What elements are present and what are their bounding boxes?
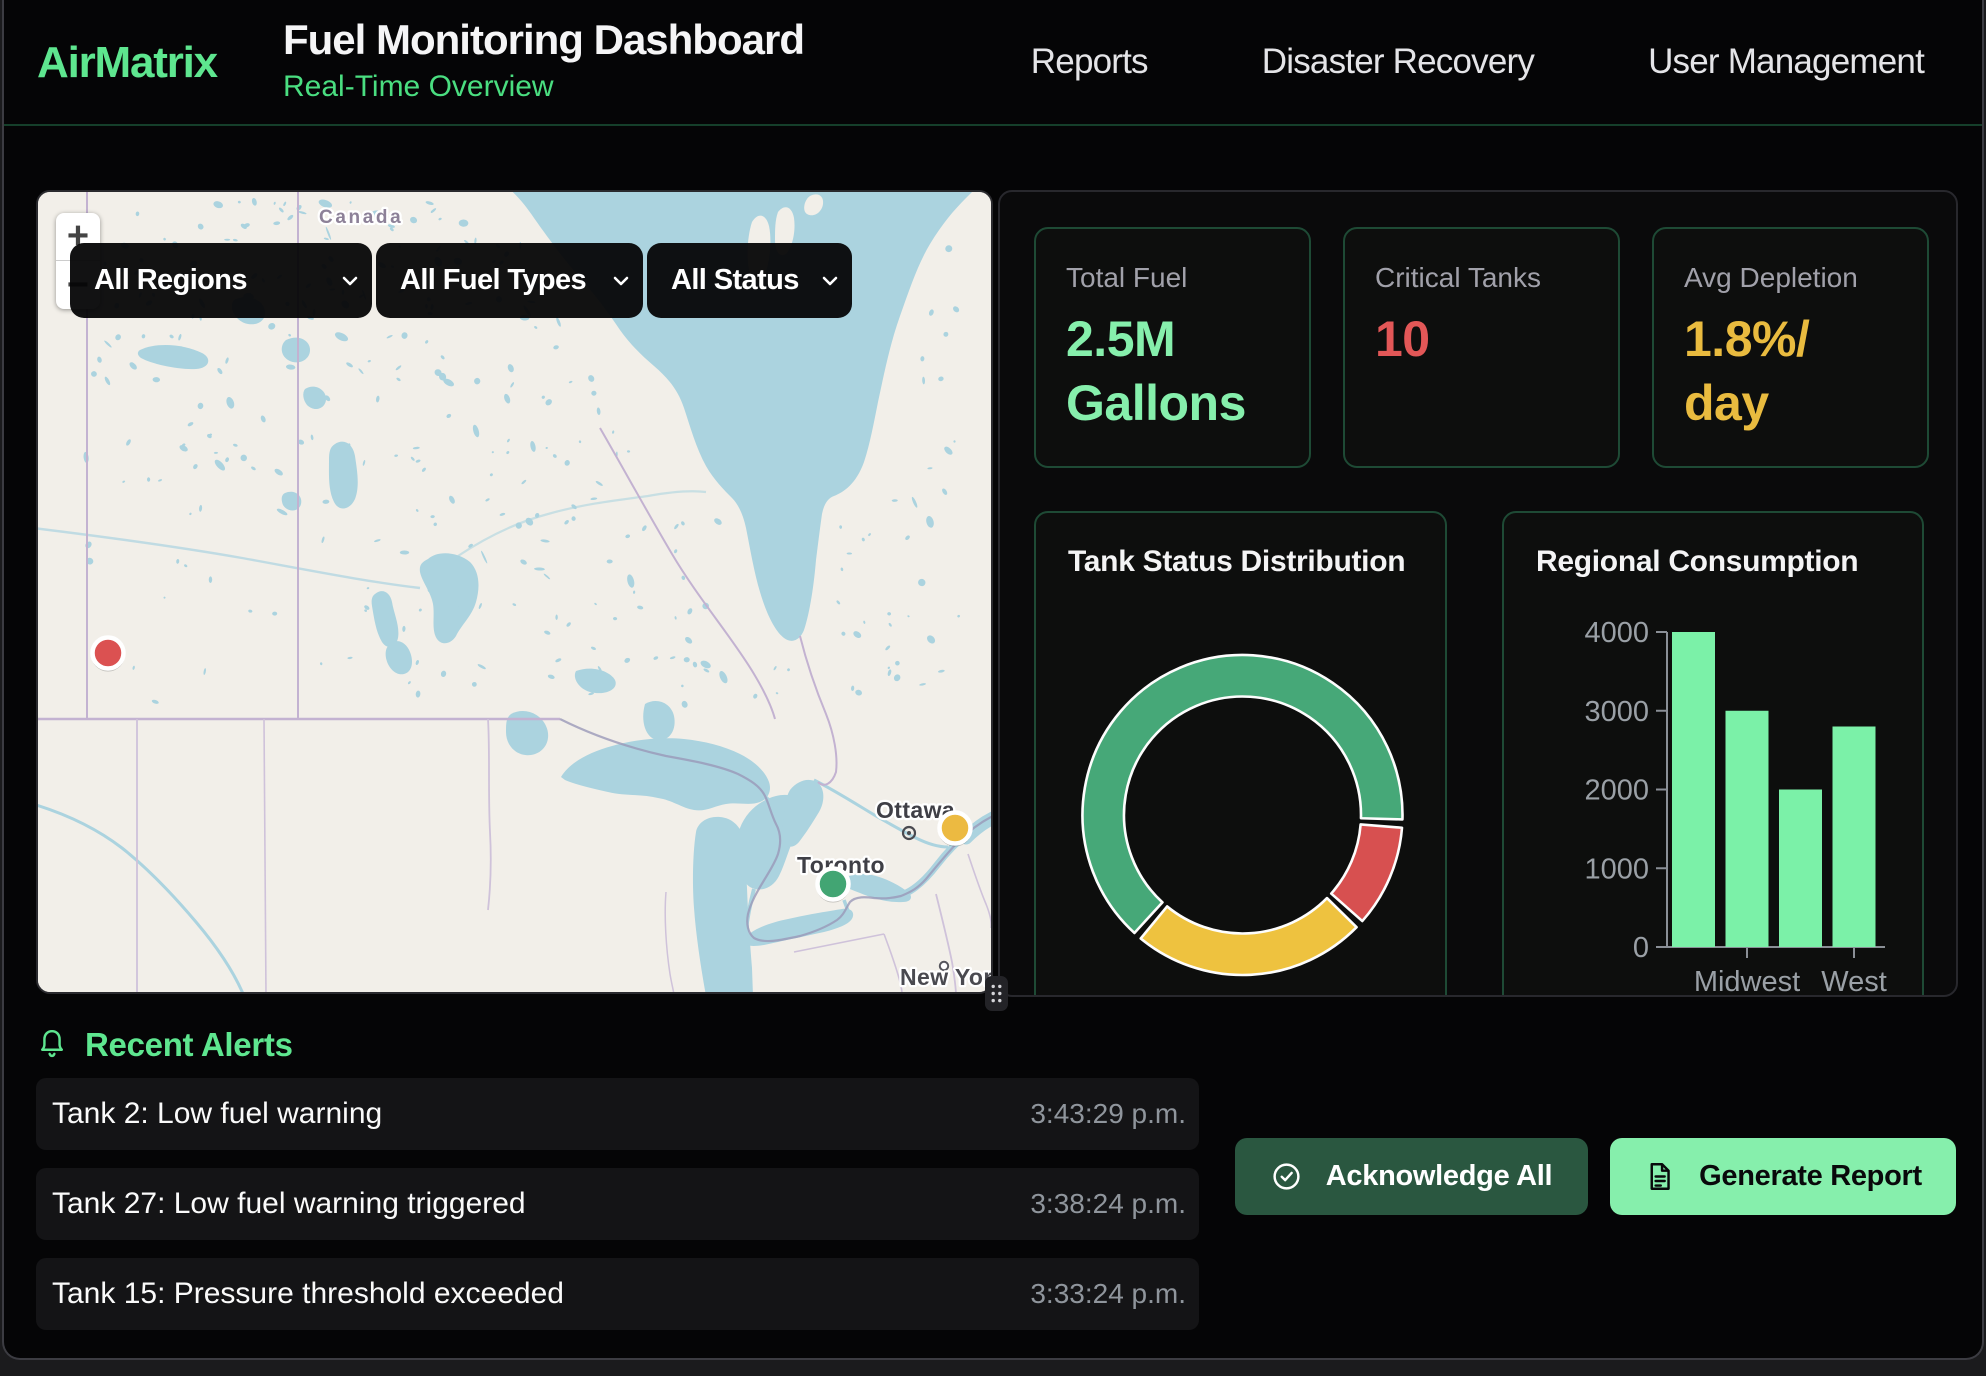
tank-marker-normal[interactable] — [816, 869, 850, 903]
alert-message: Tank 15: Pressure threshold exceeded — [52, 1277, 564, 1311]
fuel-type-filter-select[interactable]: All Fuel Types — [376, 243, 643, 318]
button-label: Acknowledge All — [1326, 1160, 1552, 1193]
alert-message: Tank 27: Low fuel warning triggered — [52, 1187, 526, 1221]
alert-message: Tank 2: Low fuel warning — [52, 1097, 382, 1131]
panel-resize-handle[interactable] — [985, 976, 1008, 1011]
chevron-down-icon — [820, 271, 840, 291]
tank-marker-critical[interactable] — [91, 638, 125, 672]
tank-marker-warning[interactable] — [938, 813, 972, 847]
stat-value: 2.5M Gallons — [1066, 307, 1279, 435]
nav-user-management[interactable]: User Management — [1648, 42, 1924, 82]
donut-segment-warning[interactable] — [1141, 898, 1357, 975]
stat-total-fuel: Total Fuel 2.5M Gallons — [1034, 227, 1311, 468]
acknowledge-all-button[interactable]: Acknowledge All — [1235, 1138, 1588, 1215]
stat-label: Avg Depletion — [1684, 262, 1897, 294]
nav-reports[interactable]: Reports — [1031, 42, 1148, 82]
y-axis-tick-label: 2000 — [1584, 775, 1649, 807]
tank-status-chart-card: Tank Status Distribution — [1034, 511, 1447, 997]
regional-consumption-chart-card: Regional Consumption 01000200030004000Mi… — [1502, 511, 1924, 997]
y-axis-tick-label: 1000 — [1584, 853, 1649, 885]
chevron-down-icon — [611, 271, 631, 291]
bell-icon — [38, 1028, 66, 1060]
alert-row[interactable]: Tank 2: Low fuel warning 3:43:29 p.m. — [36, 1078, 1199, 1150]
alert-row[interactable]: Tank 27: Low fuel warning triggered 3:38… — [36, 1168, 1199, 1240]
bar-south[interactable] — [1779, 790, 1822, 948]
stats-row: Total Fuel 2.5M Gallons Critical Tanks 1… — [1034, 227, 1929, 468]
page-subtitle: Real-Time Overview — [283, 70, 804, 104]
bar-midwest[interactable] — [1726, 711, 1769, 947]
tank-status-donut-chart — [1036, 513, 1449, 997]
button-label: Generate Report — [1699, 1160, 1922, 1193]
header: AirMatrix Fuel Monitoring Dashboard Real… — [4, 0, 1982, 126]
logo: AirMatrix — [37, 38, 217, 88]
page-title: Fuel Monitoring Dashboard — [283, 16, 804, 64]
region-filter-select[interactable]: All Regions — [70, 243, 372, 318]
alert-time: 3:33:24 p.m. — [1030, 1278, 1186, 1310]
metrics-panel: Total Fuel 2.5M Gallons Critical Tanks 1… — [998, 190, 1958, 997]
nav-disaster-recovery[interactable]: Disaster Recovery — [1262, 42, 1534, 82]
main-nav: Reports Disaster Recovery User Managemen… — [1031, 42, 1924, 82]
check-circle-icon — [1271, 1161, 1302, 1192]
donut-segment-critical[interactable] — [1331, 824, 1402, 921]
stat-label: Critical Tanks — [1375, 262, 1588, 294]
stat-avg-depletion: Avg Depletion 1.8%/ day — [1652, 227, 1929, 468]
file-text-icon — [1644, 1161, 1675, 1192]
stat-value: 1.8%/ day — [1684, 307, 1897, 435]
alert-time: 3:43:29 p.m. — [1030, 1098, 1186, 1130]
map-label: New York — [900, 964, 991, 990]
regional-consumption-bar-chart: 0 1000 2000 3000 4000 Midwest West — [1504, 513, 1926, 997]
app-window: AirMatrix Fuel Monitoring Dashboard Real… — [2, 0, 1984, 1360]
chevron-down-icon — [340, 271, 360, 291]
alert-time: 3:38:24 p.m. — [1030, 1188, 1186, 1220]
filter-value: All Status — [671, 264, 799, 297]
x-axis-tick-label: West — [1821, 966, 1887, 997]
stat-label: Total Fuel — [1066, 262, 1279, 294]
filter-value: All Fuel Types — [400, 264, 586, 297]
x-axis-tick-label: Midwest — [1694, 966, 1800, 997]
map[interactable]: CanadaOttawaTorontoNew York + − All Regi… — [36, 190, 993, 994]
map-filters: All Regions All Fuel Types All Status — [70, 243, 852, 318]
title-block: Fuel Monitoring Dashboard Real-Time Over… — [283, 16, 804, 104]
status-filter-select[interactable]: All Status — [647, 243, 852, 318]
stat-critical-tanks: Critical Tanks 10 — [1343, 227, 1620, 468]
stat-value: 10 — [1375, 307, 1588, 371]
y-axis-tick-label: 0 — [1633, 932, 1649, 964]
filter-value: All Regions — [94, 264, 247, 297]
y-axis-tick-label: 4000 — [1584, 617, 1649, 649]
map-label: Canada — [319, 207, 403, 228]
generate-report-button[interactable]: Generate Report — [1610, 1138, 1956, 1215]
y-axis-tick-label: 3000 — [1584, 696, 1649, 728]
alert-row[interactable]: Tank 15: Pressure threshold exceeded 3:3… — [36, 1258, 1199, 1330]
alerts-title: Recent Alerts — [85, 1026, 293, 1064]
bar-west[interactable] — [1833, 727, 1876, 948]
bar-northeast[interactable] — [1672, 632, 1715, 947]
